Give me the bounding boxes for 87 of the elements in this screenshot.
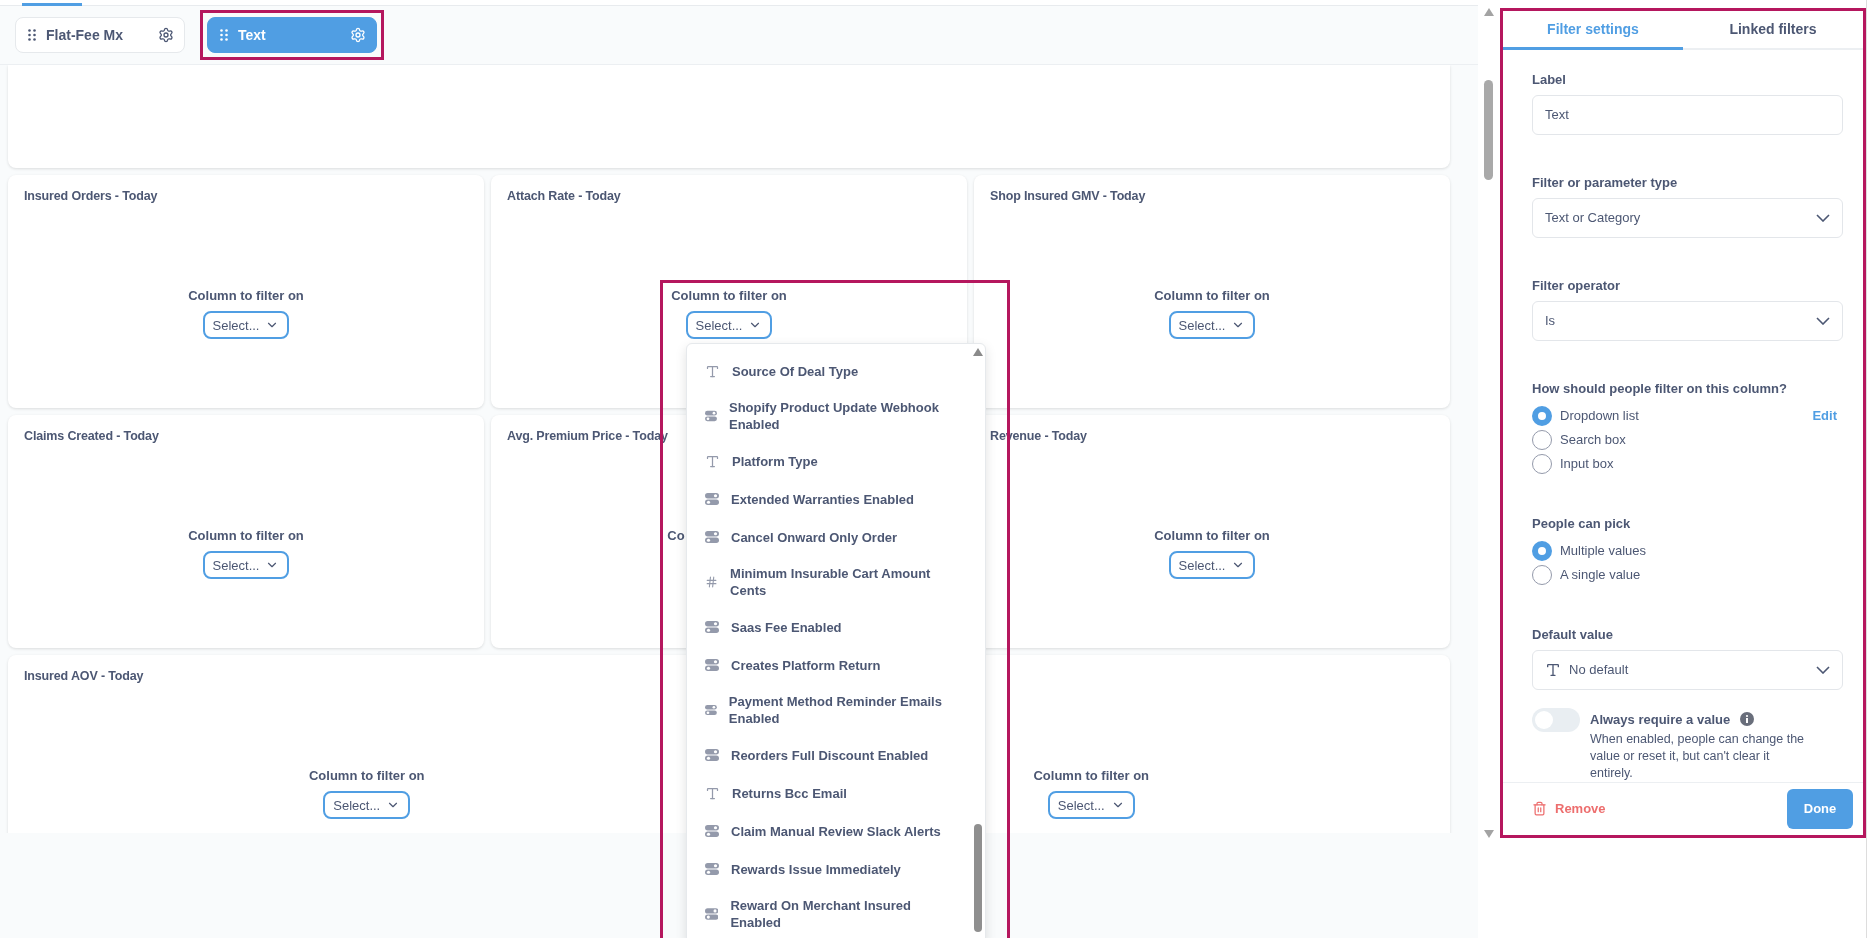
radio-button[interactable] — [1532, 405, 1552, 426]
scroll-up-arrow-icon[interactable] — [973, 348, 983, 356]
radio-button[interactable] — [1532, 429, 1552, 450]
toggle-icon — [705, 703, 717, 717]
filter-chip[interactable]: Flat-Fee Mx — [15, 17, 185, 53]
filter-column-label: Column to filter on — [187, 528, 305, 543]
radio-label[interactable]: Multiple values — [1560, 543, 1843, 559]
column-select[interactable]: Select... — [1168, 551, 1256, 579]
toggle-label: Always require a value — [1590, 711, 1731, 727]
drag-handle-icon — [220, 29, 228, 41]
card-title: Insured Orders - Today — [24, 189, 159, 205]
scroll-up-arrow-icon[interactable] — [1484, 8, 1494, 16]
column-option[interactable]: Reorders Full Discount Enabled — [731, 746, 929, 764]
card-title: Shop Insured GMV - Today — [990, 189, 1147, 205]
info-icon[interactable] — [1740, 712, 1755, 727]
radio-label[interactable]: Search box — [1560, 432, 1843, 448]
column-option[interactable]: Platform Type — [732, 452, 818, 470]
radio-label[interactable]: Input box — [1560, 456, 1843, 472]
chevron-down-icon — [1816, 316, 1830, 325]
operator-select[interactable]: Is — [1532, 300, 1843, 341]
field-label: People can pick — [1532, 515, 1632, 531]
text-type-icon — [705, 453, 720, 469]
filter-column-label: Co — [667, 528, 685, 543]
text-type-icon — [705, 785, 720, 801]
type-select[interactable]: Text or Category — [1532, 197, 1843, 238]
field-label: Label — [1532, 71, 1567, 87]
column-option[interactable]: Source Of Deal Type — [732, 362, 859, 380]
column-option[interactable]: Shopify Product Update Webhook Enabled — [729, 399, 955, 433]
toggle-icon — [705, 748, 719, 762]
column-option[interactable]: Cancel Onward Only Order — [731, 528, 898, 546]
text-type-icon — [1545, 661, 1561, 678]
column-option[interactable]: Claim Manual Review Slack Alerts — [731, 822, 941, 840]
filter-column-label: Column to filter on — [307, 768, 426, 783]
column-select[interactable]: Select... — [685, 311, 773, 339]
toggle-icon — [705, 492, 719, 506]
toggle-icon — [705, 862, 719, 876]
label-input[interactable]: Text — [1532, 94, 1843, 135]
toggle-description: When enabled, people can change the value or reset it, but can't clear it entirely. — [1590, 730, 1806, 782]
default-value-select[interactable]: No default — [1532, 649, 1843, 690]
toggle-icon — [705, 530, 719, 544]
column-option[interactable]: Saas Fee Enabled — [731, 618, 842, 636]
chevron-down-icon — [1816, 213, 1830, 222]
toggle-icon — [705, 620, 719, 634]
card-title: Claims Created - Today — [24, 429, 160, 445]
column-option[interactable]: Reward On Merchant Insured Enabled — [730, 897, 955, 931]
column-option[interactable]: Creates Platform Return — [731, 656, 881, 674]
radio-button[interactable] — [1532, 540, 1552, 561]
card-title: Insured AOV - Today — [24, 669, 145, 685]
column-select[interactable]: Select... — [1047, 791, 1135, 819]
toggle-icon — [705, 824, 719, 838]
filter-column-label: Column to filter on — [670, 288, 788, 303]
radio-label[interactable]: A single value — [1560, 567, 1843, 583]
toggle-icon — [705, 409, 717, 423]
field-label: Filter or parameter type — [1532, 174, 1679, 190]
panel-tab[interactable]: Linked filters — [1683, 11, 1863, 50]
radio-label[interactable]: Dropdown list — [1560, 408, 1805, 424]
toggle-icon — [705, 658, 719, 672]
column-option[interactable]: Extended Warranties Enabled — [731, 490, 914, 508]
filter-column-label: Column to filter on — [1153, 288, 1271, 303]
column-select[interactable]: Select... — [202, 311, 290, 339]
column-option[interactable]: Minimum Insurable Cart Amount Cents — [730, 565, 955, 599]
field-label: How should people filter on this column? — [1532, 380, 1788, 396]
filter-column-label: Column to filter on — [1032, 768, 1150, 783]
toggle-icon — [705, 907, 719, 921]
column-select[interactable]: Select... — [323, 791, 411, 819]
radio-button[interactable] — [1532, 453, 1552, 474]
text-type-icon — [705, 363, 720, 379]
drag-handle-icon — [28, 29, 36, 41]
hash-icon — [705, 575, 719, 589]
trash-icon — [1532, 801, 1547, 817]
field-label: Filter operator — [1532, 277, 1622, 293]
column-option[interactable]: Payment Method Reminder Emails Enabled — [728, 693, 955, 727]
field-label: Default value — [1532, 626, 1614, 642]
scroll-down-arrow-icon[interactable] — [1484, 830, 1494, 838]
filter-column-label: Column to filter on — [187, 288, 305, 303]
radio-button[interactable] — [1532, 564, 1552, 585]
card-title: Attach Rate - Today — [507, 189, 622, 205]
filter-column-label: Column to filter on — [1153, 528, 1271, 543]
tab-indicator — [22, 3, 82, 6]
column-select[interactable]: Select... — [202, 551, 290, 579]
column-option[interactable]: Rewards Issue Immediately — [731, 860, 901, 878]
column-select[interactable]: Select... — [1168, 311, 1256, 339]
column-option[interactable]: Returns Bcc Email — [732, 784, 847, 802]
scrollbar-thumb[interactable] — [974, 824, 982, 932]
settings-icon[interactable] — [158, 27, 174, 43]
chevron-down-icon — [1816, 665, 1830, 674]
scrollbar-thumb[interactable] — [1484, 80, 1493, 180]
